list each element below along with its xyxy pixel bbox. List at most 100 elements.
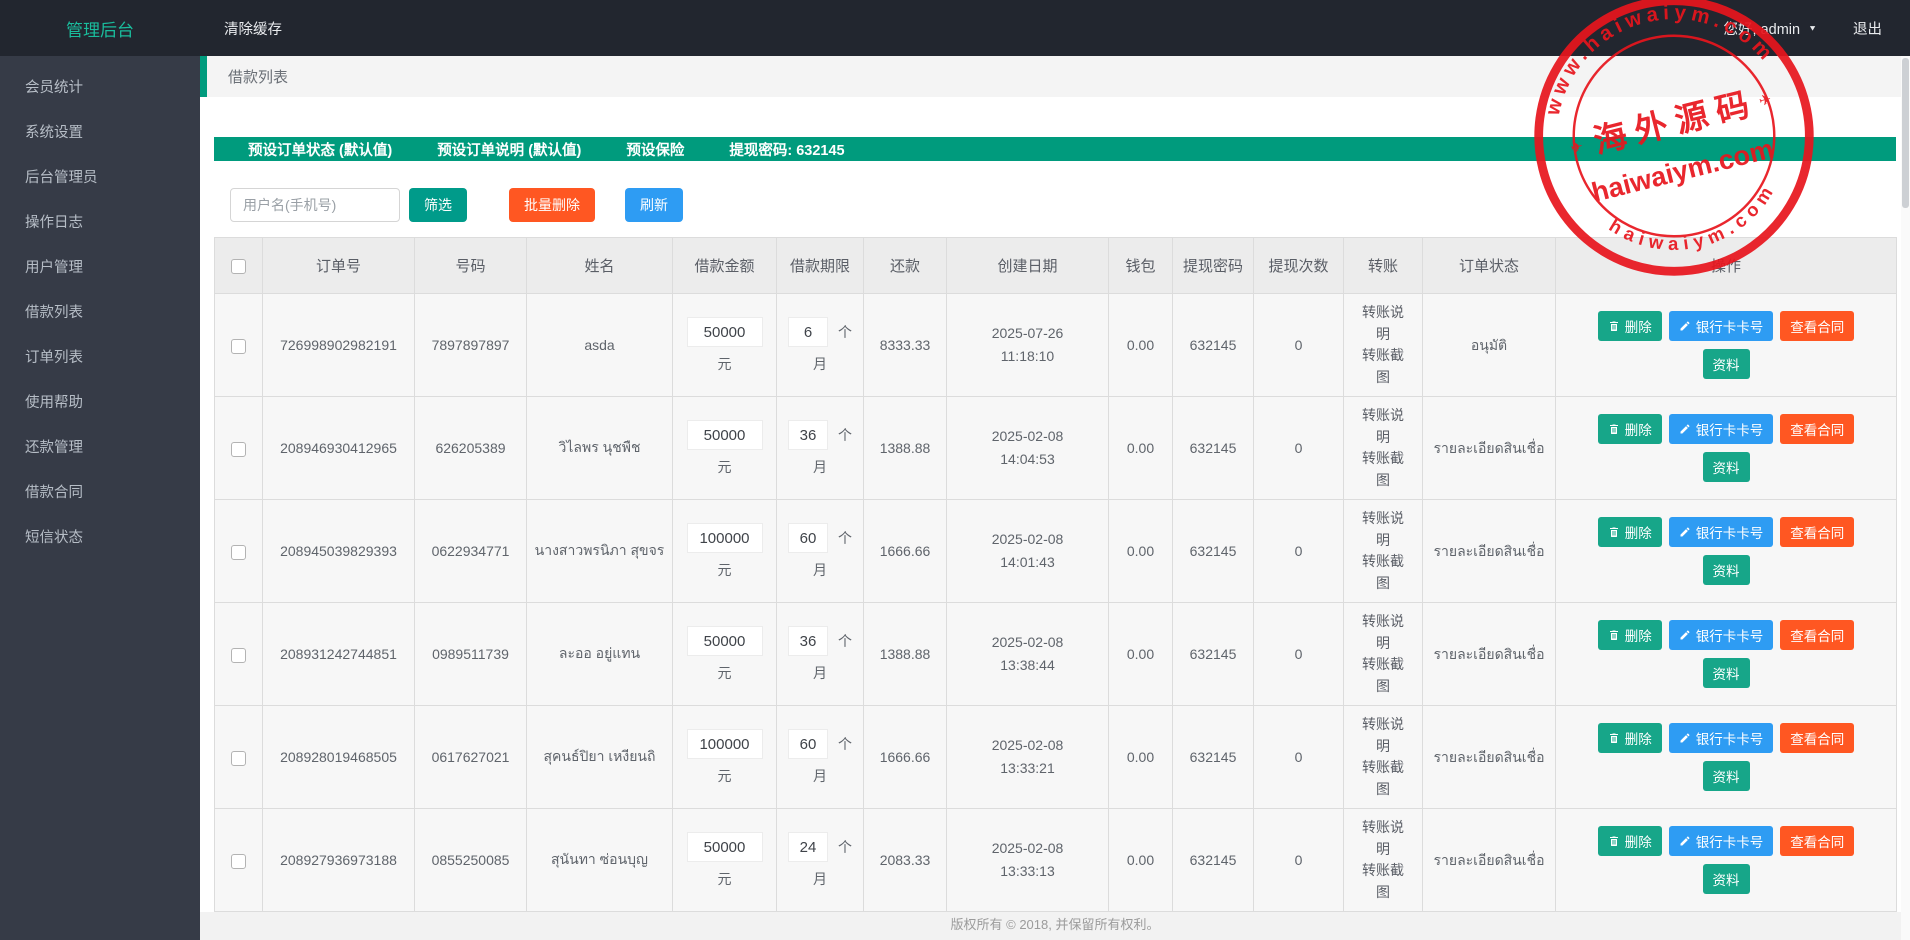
column-header-4: 借款期限 <box>777 238 864 294</box>
term-input[interactable]: 60 <box>788 523 828 553</box>
cell-order-status: รายละเอียดสินเชื่อ <box>1423 603 1556 706</box>
bank-card-button[interactable]: 银行卡卡号 <box>1669 517 1774 547</box>
bank-card-button[interactable]: 银行卡卡号 <box>1669 414 1774 444</box>
transfer-screenshot-link[interactable]: 转账截图 <box>1359 860 1407 903</box>
view-contract-button[interactable]: 查看合同 <box>1780 826 1854 856</box>
term-input[interactable]: 60 <box>788 729 828 759</box>
term-input[interactable]: 36 <box>788 626 828 656</box>
cell-amount: 50000 元 <box>673 397 777 500</box>
sidebar-item-loan-list[interactable]: 借款列表 <box>0 291 200 336</box>
cell-withdraw-count: 0 <box>1254 397 1344 500</box>
amount-input[interactable]: 50000 <box>687 832 763 862</box>
sidebar-item-system-settings[interactable]: 系统设置 <box>0 111 200 156</box>
cell-term: 24 个 月 <box>777 809 864 912</box>
term-input[interactable]: 24 <box>788 832 828 862</box>
amount-input[interactable]: 100000 <box>687 523 763 553</box>
cell-withdraw-count: 0 <box>1254 500 1344 603</box>
preset-order-desc-link[interactable]: 预设订单说明 (默认值) <box>437 139 581 160</box>
transfer-note-link[interactable]: 转账说明 <box>1359 714 1407 757</box>
clear-cache-link[interactable]: 清除缓存 <box>224 18 282 39</box>
bank-card-label: 银行卡卡号 <box>1696 625 1764 645</box>
profile-label: 资料 <box>1713 457 1740 477</box>
sidebar-item-loan-contract[interactable]: 借款合同 <box>0 471 200 516</box>
search-input[interactable] <box>230 188 400 222</box>
amount-input[interactable]: 100000 <box>687 729 763 759</box>
filter-button[interactable]: 筛选 <box>409 188 467 222</box>
sidebar-item-sms-status[interactable]: 短信状态 <box>0 516 200 561</box>
sidebar-item-help[interactable]: 使用帮助 <box>0 381 200 426</box>
scrollbar-thumb[interactable] <box>1902 58 1909 208</box>
scrollbar[interactable] <box>1901 56 1910 940</box>
row-checkbox[interactable] <box>231 442 246 457</box>
view-contract-button[interactable]: 查看合同 <box>1780 723 1854 753</box>
term-input[interactable]: 36 <box>788 420 828 450</box>
refresh-button[interactable]: 刷新 <box>625 188 683 222</box>
transfer-note-link[interactable]: 转账说明 <box>1359 508 1407 551</box>
term-input[interactable]: 6 <box>788 317 828 347</box>
sidebar-item-user-management[interactable]: 用户管理 <box>0 246 200 291</box>
bank-card-button[interactable]: 银行卡卡号 <box>1669 826 1774 856</box>
cell-phone: 626205389 <box>415 397 527 500</box>
delete-button[interactable]: 删除 <box>1598 826 1662 856</box>
preset-insurance-link[interactable]: 预设保险 <box>626 139 684 160</box>
delete-button[interactable]: 删除 <box>1598 414 1662 444</box>
profile-button[interactable]: 资料 <box>1703 452 1750 482</box>
profile-button[interactable]: 资料 <box>1703 658 1750 688</box>
transfer-note-link[interactable]: 转账说明 <box>1359 405 1407 448</box>
sidebar-item-member-stats[interactable]: 会员统计 <box>0 66 200 111</box>
user-menu[interactable]: 您好, admin ▼ <box>1724 18 1817 39</box>
cell-order-status: รายละเอียดสินเชื่อ <box>1423 809 1556 912</box>
transfer-screenshot-link[interactable]: 转账截图 <box>1359 551 1407 594</box>
unit-month: 月 <box>780 457 860 477</box>
delete-button[interactable]: 删除 <box>1598 723 1662 753</box>
sidebar-item-admin-managers[interactable]: 后台管理员 <box>0 156 200 201</box>
bulk-delete-button[interactable]: 批量删除 <box>509 188 595 222</box>
logout-link[interactable]: 退出 <box>1853 18 1882 39</box>
sidebar-item-repayment-management[interactable]: 还款管理 <box>0 426 200 471</box>
view-contract-button[interactable]: 查看合同 <box>1780 414 1854 444</box>
transfer-screenshot-link[interactable]: 转账截图 <box>1359 448 1407 491</box>
profile-button[interactable]: 资料 <box>1703 761 1750 791</box>
transfer-screenshot-link[interactable]: 转账截图 <box>1359 654 1407 697</box>
delete-button[interactable]: 删除 <box>1598 311 1662 341</box>
row-checkbox[interactable] <box>231 648 246 663</box>
delete-button[interactable]: 删除 <box>1598 620 1662 650</box>
cell-checkbox <box>215 294 263 397</box>
preset-order-status-link[interactable]: 预设订单状态 (默认值) <box>248 139 392 160</box>
cell-order-no: 208945039829393 <box>263 500 415 603</box>
select-all-checkbox[interactable] <box>231 259 246 274</box>
view-contract-label: 查看合同 <box>1790 625 1844 645</box>
row-checkbox[interactable] <box>231 339 246 354</box>
column-header-0: 订单号 <box>263 238 415 294</box>
transfer-screenshot-link[interactable]: 转账截图 <box>1359 757 1407 800</box>
bank-card-button[interactable]: 银行卡卡号 <box>1669 620 1774 650</box>
profile-button[interactable]: 资料 <box>1703 349 1750 379</box>
cell-phone: 0622934771 <box>415 500 527 603</box>
bank-card-button[interactable]: 银行卡卡号 <box>1669 723 1774 753</box>
row-checkbox[interactable] <box>231 751 246 766</box>
view-contract-button[interactable]: 查看合同 <box>1780 311 1854 341</box>
profile-button[interactable]: 资料 <box>1703 864 1750 894</box>
profile-button[interactable]: 资料 <box>1703 555 1750 585</box>
cell-wallet: 0.00 <box>1109 500 1173 603</box>
view-contract-button[interactable]: 查看合同 <box>1780 620 1854 650</box>
view-contract-button[interactable]: 查看合同 <box>1780 517 1854 547</box>
brand-title[interactable]: 管理后台 <box>0 16 200 41</box>
delete-button[interactable]: 删除 <box>1598 517 1662 547</box>
row-checkbox[interactable] <box>231 545 246 560</box>
transfer-note-link[interactable]: 转账说明 <box>1359 817 1407 860</box>
cell-amount: 50000 元 <box>673 294 777 397</box>
withdraw-password-text: 提现密码: 632145 <box>729 139 844 160</box>
transfer-note-link[interactable]: 转账说明 <box>1359 302 1407 345</box>
amount-input[interactable]: 50000 <box>687 626 763 656</box>
amount-input[interactable]: 50000 <box>687 317 763 347</box>
amount-input[interactable]: 50000 <box>687 420 763 450</box>
row-checkbox[interactable] <box>231 854 246 869</box>
cell-order-status: อนุมัติ <box>1423 294 1556 397</box>
sidebar-item-order-list[interactable]: 订单列表 <box>0 336 200 381</box>
sidebar-item-operation-logs[interactable]: 操作日志 <box>0 201 200 246</box>
transfer-note-link[interactable]: 转账说明 <box>1359 611 1407 654</box>
transfer-screenshot-link[interactable]: 转账截图 <box>1359 345 1407 388</box>
bank-card-button[interactable]: 银行卡卡号 <box>1669 311 1774 341</box>
column-header-2: 姓名 <box>527 238 673 294</box>
